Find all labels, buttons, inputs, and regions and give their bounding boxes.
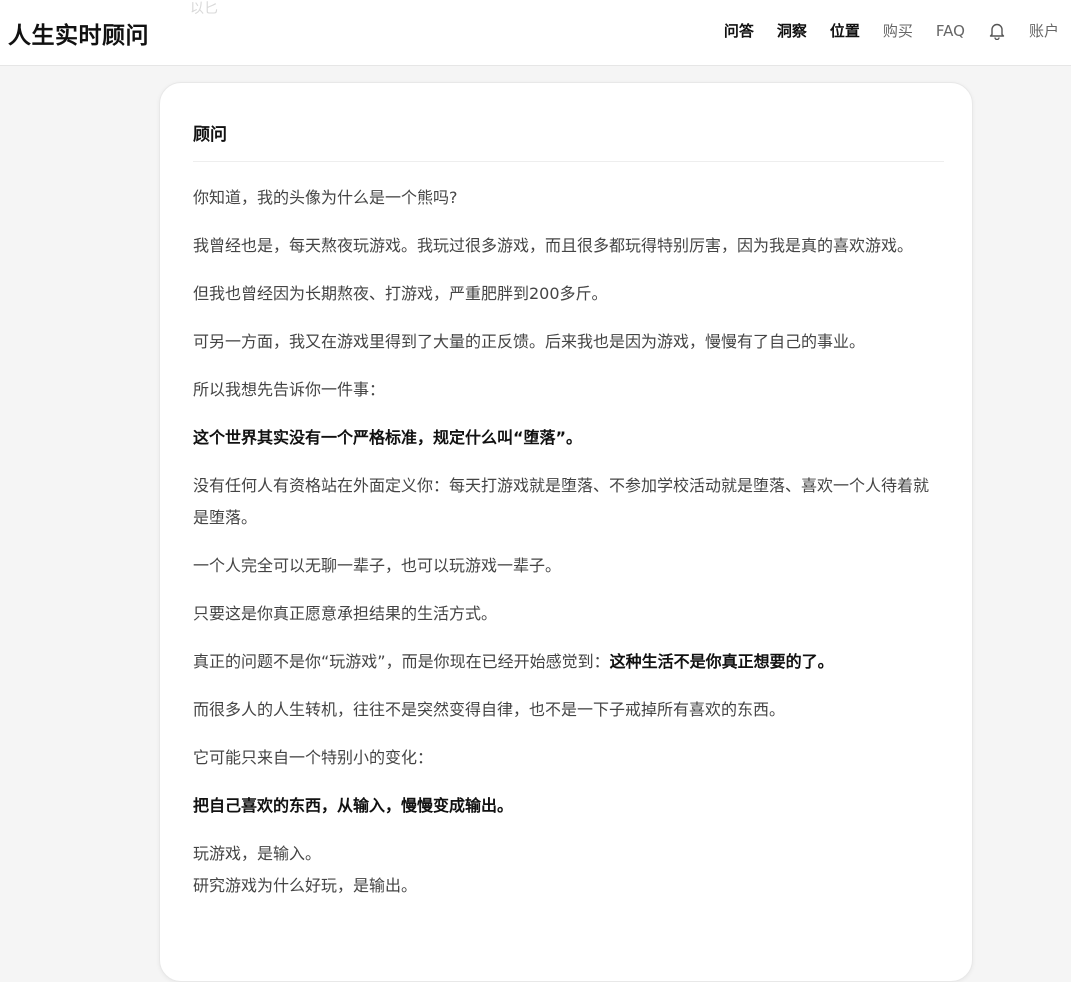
nav-faq-link[interactable]: FAQ [936, 22, 965, 40]
message-content: 你知道，我的头像为什么是一个熊吗? 我曾经也是，每天熬夜玩游戏。我玩过很多游戏，… [193, 182, 944, 902]
advisor-message-card: 顾问 你知道，我的头像为什么是一个熊吗? 我曾经也是，每天熬夜玩游戏。我玩过很多… [159, 82, 973, 982]
paragraph-1: 你知道，我的头像为什么是一个熊吗? [193, 188, 458, 207]
paragraph-7: 没有任何人有资格站在外面定义你：每天打游戏就是堕落、不参加学校活动就是堕落、喜欢… [193, 476, 930, 527]
paragraph-11: 而很多人的人生转机，往往不是突然变得自律，也不是一下子戒掉所有喜欢的东西。 [193, 700, 786, 719]
paragraph-4: 可另一方面，我又在游戏里得到了大量的正反馈。后来我也是因为游戏，慢慢有了自己的事… [193, 332, 866, 351]
paragraph-14-line-1: 玩游戏，是输入。 [193, 844, 322, 863]
faded-header-text: 以匕 [190, 1, 218, 17]
paragraph-14: 玩游戏，是输入。研究游戏为什么好玩，是输出。 [193, 838, 944, 902]
paragraph-14-line-2: 研究游戏为什么好玩，是输出。 [193, 876, 418, 895]
top-navigation-bar: 人生实时顾问 以匕 问答 洞察 位置 购买 FAQ 账户 [0, 0, 1071, 66]
paragraph-10-emphasis: 这种生活不是你真正想要的了。 [609, 652, 834, 671]
card-title: 顾问 [193, 125, 227, 145]
nav-account-link[interactable]: 账户 [1029, 20, 1059, 41]
bell-icon[interactable] [988, 22, 1006, 40]
paragraph-6-emphasis: 这个世界其实没有一个严格标准，规定什么叫“堕落”。 [193, 428, 583, 447]
nav-insight-link[interactable]: 洞察 [777, 20, 807, 41]
paragraph-5: 所以我想先告诉你一件事： [193, 380, 386, 399]
paragraph-13-emphasis: 把自己喜欢的东西，从输入，慢慢变成输出。 [193, 796, 514, 815]
site-logo-title[interactable]: 人生实时顾问 [8, 16, 149, 50]
paragraph-9: 只要这是你真正愿意承担结果的生活方式。 [193, 604, 498, 623]
paragraph-3: 但我也曾经因为长期熬夜、打游戏，严重肥胖到200多斤。 [193, 284, 608, 303]
nav-qa-link[interactable]: 问答 [724, 20, 754, 41]
nav-buy-link[interactable]: 购买 [883, 20, 913, 41]
paragraph-8: 一个人完全可以无聊一辈子，也可以玩游戏一辈子。 [193, 556, 562, 575]
card-body: 顾问 你知道，我的头像为什么是一个熊吗? 我曾经也是，每天熬夜玩游戏。我玩过很多… [193, 83, 944, 918]
main-nav: 问答 洞察 位置 购买 FAQ 账户 [724, 20, 1059, 41]
paragraph-10-plain: 真正的问题不是你“玩游戏”，而是你现在已经开始感觉到： [193, 652, 610, 671]
nav-location-link[interactable]: 位置 [830, 20, 860, 41]
paragraph-10: 真正的问题不是你“玩游戏”，而是你现在已经开始感觉到：这种生活不是你真正想要的了… [193, 646, 944, 678]
title-divider [193, 161, 944, 162]
paragraph-12: 它可能只来自一个特别小的变化： [193, 748, 434, 767]
paragraph-2: 我曾经也是，每天熬夜玩游戏。我玩过很多游戏，而且很多都玩得特别厉害，因为我是真的… [193, 236, 914, 255]
